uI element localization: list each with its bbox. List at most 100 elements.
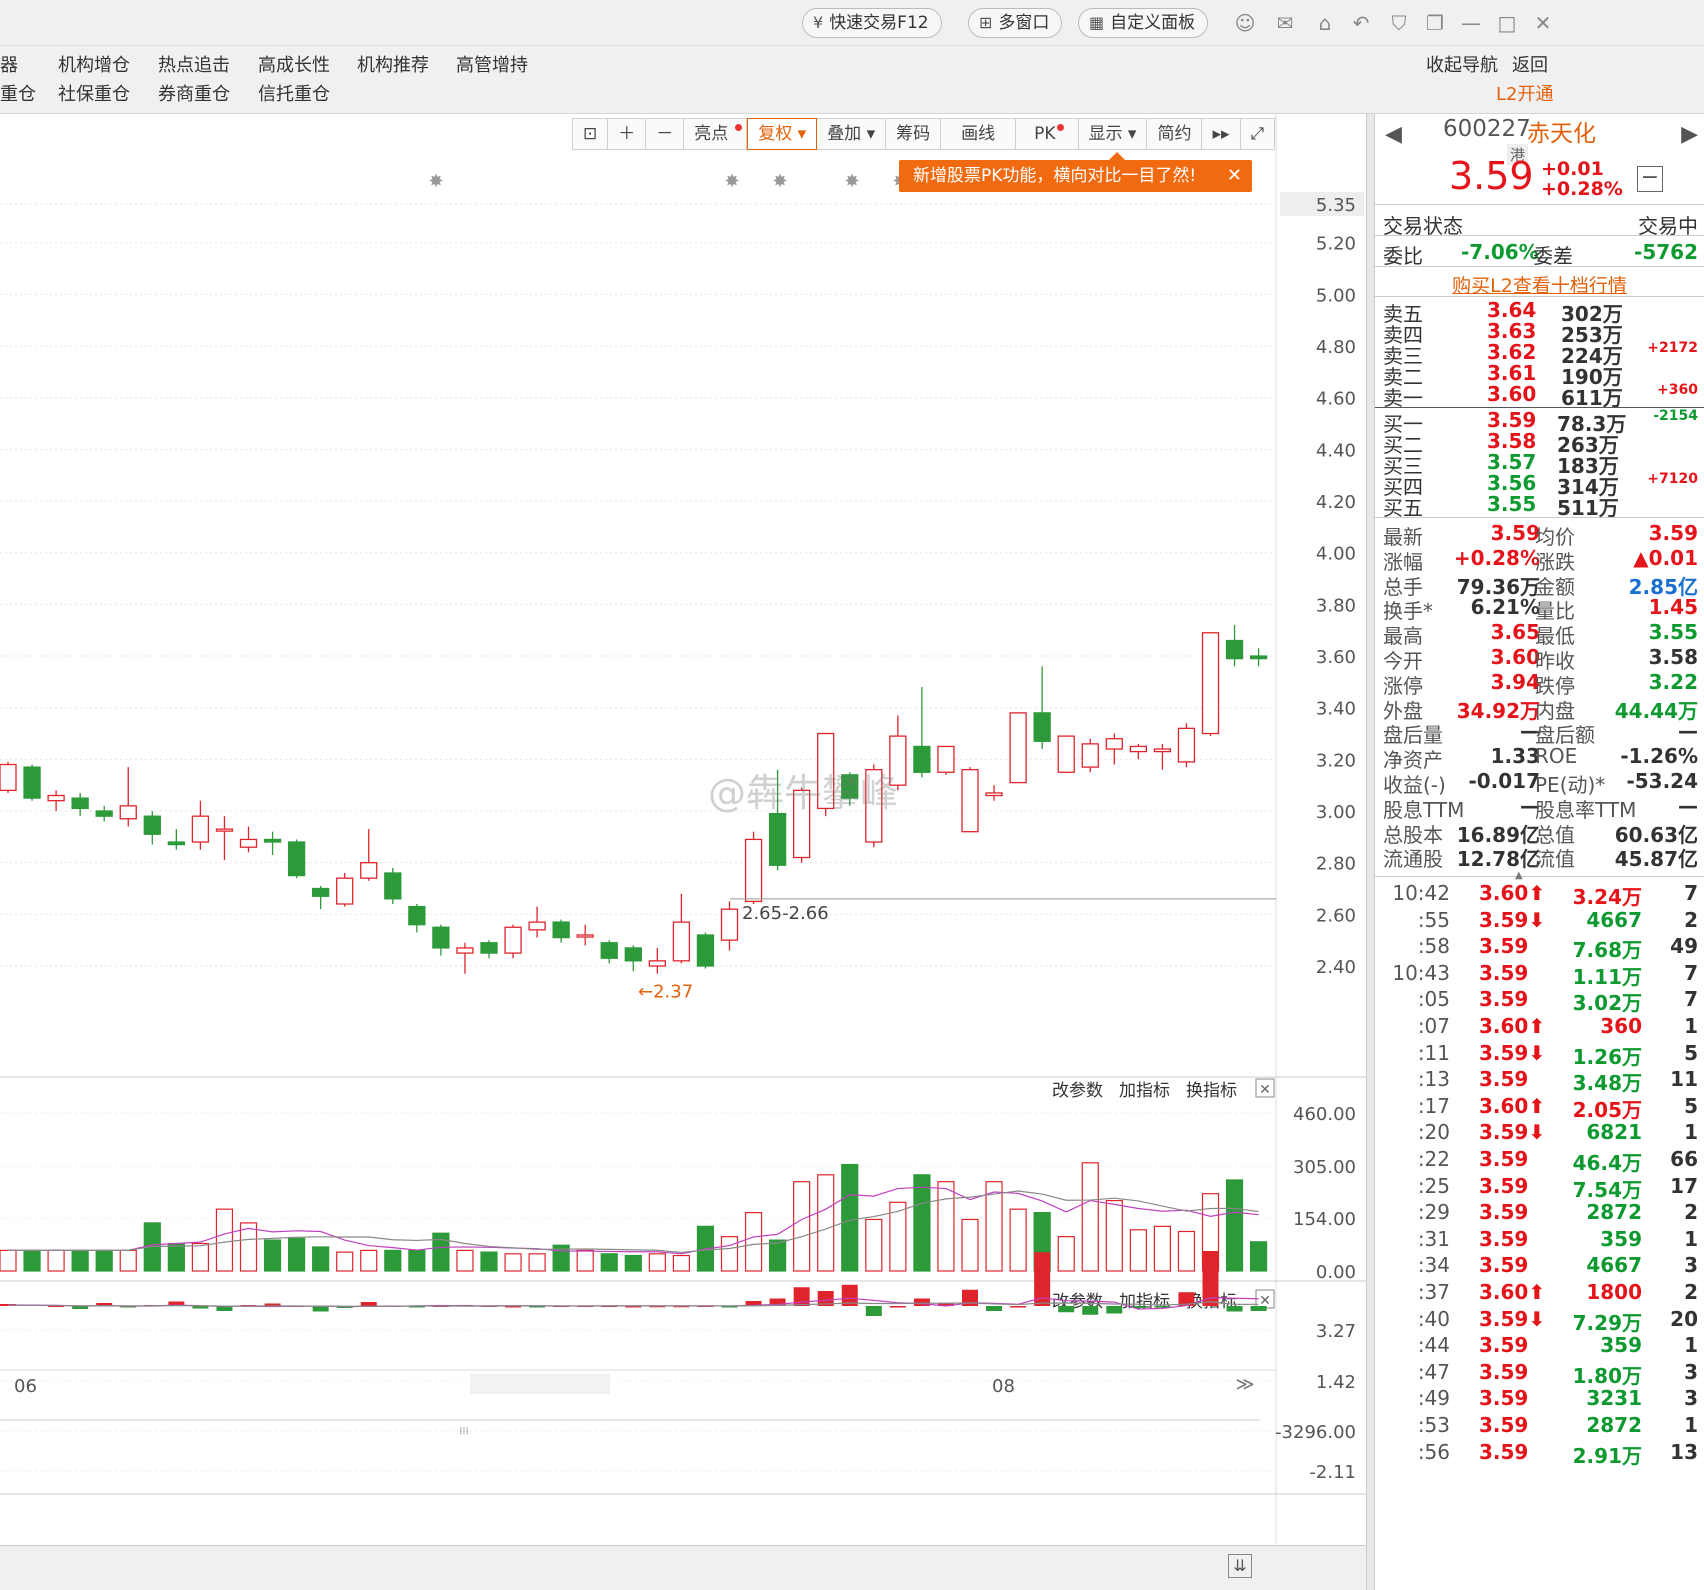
- volume-tick-label: 460.00: [1293, 1104, 1356, 1125]
- ask-row: 卖一 3.60 611万 +360: [1383, 382, 1698, 410]
- tick-row: :47 3.59 1.80万 3: [1383, 1360, 1698, 1388]
- draw-button[interactable]: 画线: [941, 118, 1017, 150]
- back-link[interactable]: 返回: [1512, 51, 1548, 77]
- quick-trade-button[interactable]: ¥ 快速交易F12: [802, 8, 942, 38]
- candle-body: [119, 805, 137, 820]
- volume-bar: [768, 1239, 787, 1272]
- tick-row: 10:42 3.60⬆ 3.24万 7: [1383, 881, 1698, 909]
- home-icon[interactable]: ⌂: [1312, 10, 1338, 36]
- tooltip-close-icon[interactable]: ✕: [1227, 160, 1242, 192]
- tick-count: 1: [1684, 1014, 1698, 1038]
- restore-window-icon[interactable]: ❐: [1422, 10, 1448, 36]
- pk-button[interactable]: PK: [1016, 118, 1079, 150]
- l2-open-link[interactable]: L2开通: [1496, 80, 1553, 106]
- zoom-in-icon[interactable]: ＋: [608, 118, 647, 150]
- price-tick-label: 5.20: [1316, 234, 1356, 255]
- unlock-icon[interactable]: ⊡: [572, 118, 609, 150]
- maximize-icon[interactable]: □: [1494, 10, 1520, 36]
- download-icon[interactable]: ⇊: [1228, 1554, 1252, 1578]
- tick-volume: 4667: [1586, 1253, 1642, 1278]
- volume-bar: [937, 1181, 955, 1272]
- minimize-icon[interactable]: —: [1458, 10, 1484, 36]
- tick-time: :29: [1417, 1200, 1450, 1225]
- volume-bar: [961, 1218, 979, 1272]
- overlay-button[interactable]: 叠加 ▾: [817, 118, 887, 150]
- weibi-row: 委比 -7.06% 委差 -5762: [1383, 240, 1698, 268]
- menu-item[interactable]: 信托重仓: [258, 80, 330, 106]
- panel-splitter[interactable]: [1366, 114, 1374, 1590]
- tick-count: 3: [1684, 1386, 1698, 1411]
- buy-l2-link[interactable]: 购买L2查看十档行情: [1375, 271, 1704, 298]
- tick-row: :22 3.59 46.4万 66: [1383, 1147, 1698, 1175]
- prev-stock-icon[interactable]: ◀: [1385, 122, 1402, 147]
- macd-bar: [865, 1306, 882, 1316]
- adjust-button[interactable]: 复权 ▾: [747, 118, 818, 150]
- menu-item[interactable]: 高成长性: [258, 51, 330, 77]
- macd-bar: [1226, 1306, 1243, 1312]
- volume-bar: [1177, 1230, 1196, 1272]
- menu-item[interactable]: 热点追击: [158, 51, 230, 77]
- stat-row: 流通股 12.78亿 流值 45.87亿: [1383, 843, 1698, 871]
- menu-item[interactable]: 重仓: [0, 80, 36, 106]
- multi-window-button[interactable]: ⊞ 多窗口: [968, 8, 1063, 38]
- zoom-out-icon[interactable]: －: [646, 118, 685, 150]
- volume-bar: [23, 1249, 41, 1272]
- stat-value: 3.58: [1648, 645, 1698, 669]
- tick-count: 11: [1670, 1067, 1698, 1092]
- chart-toolbar: ⊡ ＋ － 亮点 复权 ▾ 叠加 ▾ 筹码 画线 PK 显示 ▾ 简约 ▸▸ ⤢: [572, 118, 1276, 150]
- custom-panel-button[interactable]: ▦ 自定义面板: [1078, 8, 1209, 38]
- collapse-nav-link[interactable]: 收起导航: [1426, 51, 1498, 77]
- user-icon[interactable]: ☺: [1232, 10, 1258, 36]
- fast-forward-icon[interactable]: ▸▸: [1202, 118, 1241, 150]
- tick-volume: 360: [1600, 1014, 1642, 1038]
- volume-bar: [600, 1253, 618, 1272]
- volume-bar: [288, 1237, 306, 1272]
- candle-body: [480, 942, 498, 954]
- shirt-icon[interactable]: ⛉: [1386, 10, 1412, 36]
- highlight-button[interactable]: 亮点: [684, 118, 748, 150]
- candle-body: [23, 766, 41, 799]
- tick-count: 2: [1684, 1200, 1698, 1225]
- candle-body: [985, 792, 1003, 797]
- vol-panel-link: 换指标: [1186, 1081, 1237, 1101]
- tick-time: :05: [1417, 987, 1450, 1012]
- display-button[interactable]: 显示 ▾: [1078, 118, 1148, 150]
- minus-icon[interactable]: −: [1637, 166, 1663, 192]
- undo-icon[interactable]: ↶: [1348, 10, 1374, 36]
- candle-body: [1177, 727, 1196, 763]
- volume-bar: [1225, 1179, 1244, 1272]
- menu-item[interactable]: 社保重仓: [58, 80, 130, 106]
- tick-row: :05 3.59 3.02万 7: [1383, 987, 1698, 1015]
- price-tick-label: 4.40: [1316, 440, 1356, 461]
- candle-body: [263, 838, 282, 843]
- menu-item[interactable]: 机构增仓: [58, 51, 130, 77]
- tick-row: :13 3.59 3.48万 11: [1383, 1067, 1698, 1095]
- fullscreen-icon[interactable]: ⤢: [1240, 118, 1276, 150]
- candle-body: [744, 838, 763, 903]
- stat-value: -53.24: [1626, 769, 1698, 793]
- menu-item[interactable]: 券商重仓: [158, 80, 230, 106]
- candle-body: [360, 862, 378, 879]
- tick-volume: 6821: [1586, 1120, 1642, 1145]
- candle-body: [1201, 632, 1220, 735]
- simple-button[interactable]: 简约: [1147, 118, 1203, 150]
- menu-item[interactable]: 机构推荐: [357, 51, 429, 77]
- stat-row: 最高 3.65 最低 3.55: [1383, 620, 1698, 648]
- volume-bar: [1057, 1236, 1075, 1272]
- tick-volume: 7.29万: [1572, 1310, 1642, 1335]
- tick-count: 7: [1684, 881, 1698, 905]
- tick-row: :17 3.60⬆ 2.05万 5: [1383, 1094, 1698, 1122]
- tick-price: 3.60⬆: [1479, 1280, 1546, 1304]
- menu-bar: 器 机构增仓 热点追击 高成长性 机构推荐 高管增持 重仓 社保重仓 券商重仓 …: [0, 46, 1704, 114]
- collapse-arrow-icon[interactable]: ▲: [1515, 870, 1523, 881]
- close-icon[interactable]: ✕: [1530, 10, 1556, 36]
- chips-button[interactable]: 筹码: [886, 118, 942, 150]
- mail-icon[interactable]: ✉: [1272, 10, 1298, 36]
- panel-icon: ▦: [1089, 13, 1105, 32]
- stat-value: —: [1678, 793, 1698, 818]
- price-tick-label: 4.20: [1316, 492, 1356, 513]
- menu-item[interactable]: 高管增持: [456, 51, 528, 77]
- next-stock-icon[interactable]: ▶: [1681, 122, 1698, 147]
- menu-item[interactable]: 器: [0, 51, 18, 77]
- macd-tick-label: -2.11: [1309, 1462, 1356, 1483]
